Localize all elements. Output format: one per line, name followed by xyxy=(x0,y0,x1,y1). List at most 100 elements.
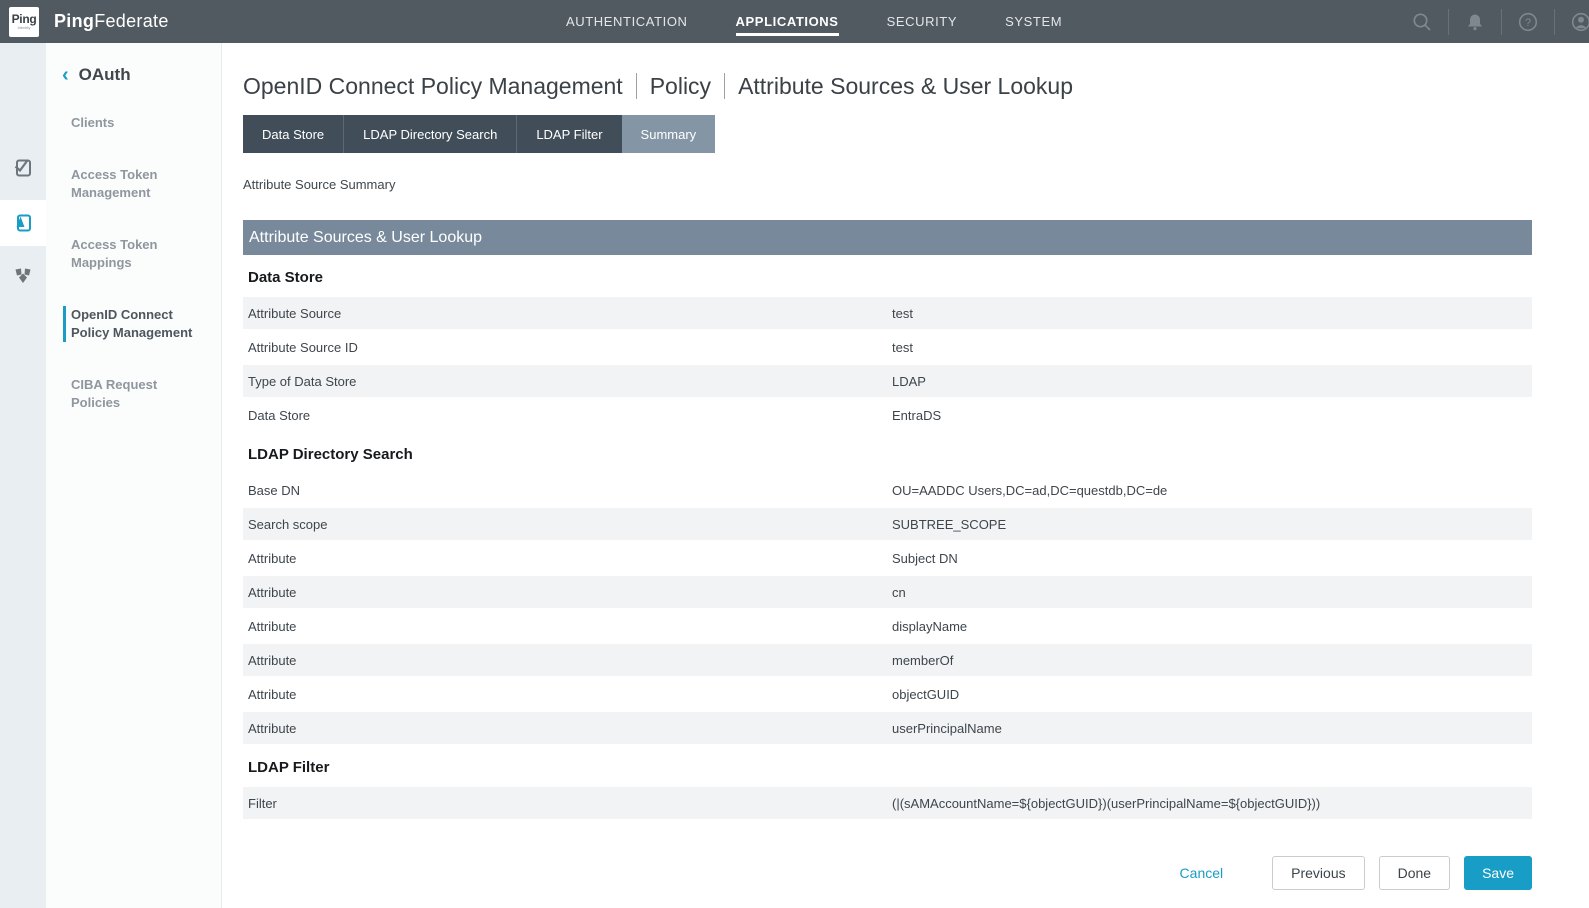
help-icon[interactable]: ? xyxy=(1501,9,1554,35)
attribute-row: Base DN OU=AADDC Users,DC=ad,DC=questdb,… xyxy=(243,473,1532,507)
pingfederate-app: Ping Identity PingFederate AUTHENTICATIO… xyxy=(0,0,1589,908)
oauth-sidebar: ‹ OAuth Clients Access Token Management … xyxy=(46,43,222,908)
row-label: Attribute Source ID xyxy=(248,340,892,355)
attribute-row: Attribute objectGUID xyxy=(243,677,1532,711)
row-label: Attribute xyxy=(248,619,892,634)
tab-ldap-directory-search[interactable]: LDAP Directory Search xyxy=(344,115,517,153)
sidebar-item-openid-connect-policy-management[interactable]: OpenID Connect Policy Management xyxy=(46,306,221,342)
summary-section: Data Store Attribute Source test Attribu… xyxy=(243,269,1532,432)
module-rail xyxy=(0,43,46,908)
attribute-row: Type of Data Store LDAP xyxy=(243,364,1532,398)
attribute-row: Attribute Source test xyxy=(243,296,1532,330)
done-button[interactable]: Done xyxy=(1379,856,1450,890)
section-rows: Base DN OU=AADDC Users,DC=ad,DC=questdb,… xyxy=(243,473,1532,745)
sidebar-item-label: CIBA Request Policies xyxy=(63,376,193,412)
attribute-row: Attribute cn xyxy=(243,575,1532,609)
attribute-row: Attribute Source ID test xyxy=(243,330,1532,364)
attribute-row: Attribute Subject DN xyxy=(243,541,1532,575)
sidebar-item-label: Clients xyxy=(63,114,114,132)
row-value: displayName xyxy=(892,619,1532,634)
section-rows: Attribute Source test Attribute Source I… xyxy=(243,296,1532,432)
row-label: Attribute xyxy=(248,687,892,702)
row-label: Base DN xyxy=(248,483,892,498)
title-divider xyxy=(636,73,637,99)
row-value: LDAP xyxy=(892,374,1532,389)
tab-data-store[interactable]: Data Store xyxy=(243,115,344,153)
summary-caption: Attribute Source Summary xyxy=(243,177,1532,192)
page-title-part1: OpenID Connect Policy Management xyxy=(243,73,623,99)
search-icon[interactable] xyxy=(1396,9,1448,35)
attribute-row: Attribute displayName xyxy=(243,609,1532,643)
summary-section: LDAP Filter Filter (|(sAMAccountName=${o… xyxy=(243,759,1532,820)
primary-nav: AUTHENTICATION APPLICATIONS SECURITY SYS… xyxy=(566,0,1062,43)
product-name: PingFederate xyxy=(54,11,169,32)
row-label: Attribute xyxy=(248,551,892,566)
row-label: Attribute Source xyxy=(248,306,892,321)
summary-band-title: Attribute Sources & User Lookup xyxy=(243,220,1532,255)
bell-icon[interactable] xyxy=(1448,9,1501,35)
sidebar-item-clients[interactable]: Clients xyxy=(46,114,221,132)
logo-subtext: Identity xyxy=(18,25,31,30)
sidebar-item-label: Access Token Management xyxy=(63,166,193,202)
row-label: Filter xyxy=(248,796,892,811)
nav-security[interactable]: SECURITY xyxy=(887,8,958,36)
sidebar-item-access-token-mappings[interactable]: Access Token Mappings xyxy=(46,236,221,272)
user-icon[interactable] xyxy=(1554,9,1589,35)
section-rows: Filter (|(sAMAccountName=${objectGUID})(… xyxy=(243,786,1532,820)
attribute-row: Attribute userPrincipalName xyxy=(243,711,1532,745)
header-icon-group: ? xyxy=(1396,0,1589,43)
row-value: memberOf xyxy=(892,653,1532,668)
attribute-row: Search scope SUBTREE_SCOPE xyxy=(243,507,1532,541)
nav-applications[interactable]: APPLICATIONS xyxy=(736,8,839,36)
footer-actions: Cancel Previous Done Save xyxy=(243,856,1532,890)
row-value: SUBTREE_SCOPE xyxy=(892,517,1532,532)
pen-square-icon[interactable] xyxy=(0,200,46,246)
row-label: Type of Data Store xyxy=(248,374,892,389)
row-value: Subject DN xyxy=(892,551,1532,566)
row-value: test xyxy=(892,340,1532,355)
section-heading: Data Store xyxy=(248,269,1532,286)
page-title-part2: Policy xyxy=(650,73,711,99)
section-heading: LDAP Directory Search xyxy=(248,446,1532,463)
chevron-left-icon: ‹ xyxy=(62,66,69,84)
attribute-row: Filter (|(sAMAccountName=${objectGUID})(… xyxy=(243,786,1532,820)
main-content: OpenID Connect Policy Management Policy At… xyxy=(222,43,1589,908)
logo-text: Ping xyxy=(12,14,37,25)
tab-ldap-filter[interactable]: LDAP Filter xyxy=(517,115,621,153)
svg-text:?: ? xyxy=(1525,17,1531,29)
nav-system[interactable]: SYSTEM xyxy=(1005,8,1062,36)
paw-icon[interactable] xyxy=(0,253,46,299)
row-value: cn xyxy=(892,585,1532,600)
attribute-row: Data Store EntraDS xyxy=(243,398,1532,432)
sidebar-item-ciba-request-policies[interactable]: CIBA Request Policies xyxy=(46,376,221,412)
previous-button[interactable]: Previous xyxy=(1272,856,1364,890)
row-label: Attribute xyxy=(248,721,892,736)
back-to-oauth[interactable]: ‹ OAuth xyxy=(46,65,221,85)
title-divider xyxy=(724,73,725,99)
page-title-part3: Attribute Sources & User Lookup xyxy=(738,73,1073,99)
ping-identity-logo[interactable]: Ping Identity xyxy=(9,7,39,37)
sidebar-item-access-token-management[interactable]: Access Token Management xyxy=(46,166,221,202)
top-navbar: Ping Identity PingFederate AUTHENTICATIO… xyxy=(0,0,1589,43)
section-heading: LDAP Filter xyxy=(248,759,1532,776)
row-value: userPrincipalName xyxy=(892,721,1532,736)
page-title: OpenID Connect Policy Management Policy At… xyxy=(243,43,1532,100)
cancel-link[interactable]: Cancel xyxy=(1180,865,1224,881)
save-button[interactable]: Save xyxy=(1464,856,1532,890)
row-label: Data Store xyxy=(248,408,892,423)
summary-sections: Data Store Attribute Source test Attribu… xyxy=(243,269,1532,820)
attribute-row: Attribute memberOf xyxy=(243,643,1532,677)
product-name-rest: Federate xyxy=(94,11,168,31)
tab-summary[interactable]: Summary xyxy=(622,115,716,153)
row-value: (|(sAMAccountName=${objectGUID})(userPri… xyxy=(892,796,1532,811)
sidebar-item-label: Access Token Mappings xyxy=(63,236,193,272)
row-label: Attribute xyxy=(248,653,892,668)
sidebar-title: OAuth xyxy=(79,65,131,85)
row-value: test xyxy=(892,306,1532,321)
wizard-tabs: Data Store LDAP Directory Search LDAP Fi… xyxy=(243,115,1532,153)
row-label: Attribute xyxy=(248,585,892,600)
row-value: objectGUID xyxy=(892,687,1532,702)
check-square-icon[interactable] xyxy=(0,145,46,191)
nav-authentication[interactable]: AUTHENTICATION xyxy=(566,8,688,36)
row-value: EntraDS xyxy=(892,408,1532,423)
